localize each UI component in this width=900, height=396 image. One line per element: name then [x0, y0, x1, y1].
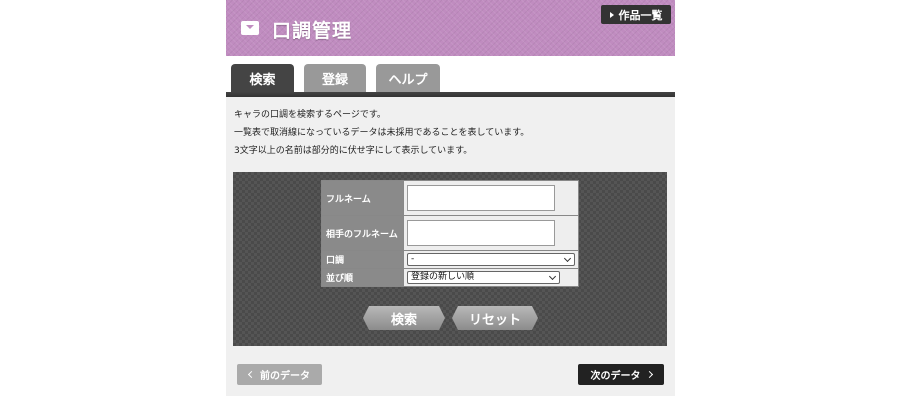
partner-fullname-label: 相手のフルネーム [321, 215, 404, 251]
description-line: キャラの口調を検索するページです。 [234, 110, 386, 120]
chevron-right-icon [645, 370, 653, 379]
search-form: フルネーム 相手のフルネーム 口調 - 並び順 登録の新しい順 [321, 180, 579, 287]
page-title: 口調管理 [272, 20, 353, 42]
partner-fullname-input[interactable] [407, 220, 555, 246]
tab-bar: 検索 登録 ヘルプ [226, 56, 675, 96]
fullname-label: フルネーム [321, 180, 404, 216]
tab-search[interactable]: 検索 [231, 64, 294, 92]
next-data-label: 次のデータ [590, 371, 641, 382]
tone-select-value: - [411, 254, 415, 264]
reset-button[interactable]: リセット [452, 306, 538, 330]
chevron-down-icon [563, 254, 572, 263]
description: キャラの口調を検索するページです。 一覧表で取消線になっているデータは未採用であ… [234, 106, 529, 160]
page-header: 口調管理 作品一覧 [226, 0, 675, 56]
order-select-value: 登録の新しい順 [411, 272, 475, 282]
description-line: 3文字以上の名前は部分的に伏せ字にして表示しています。 [234, 146, 473, 156]
tone-label: 口調 [321, 250, 404, 269]
description-line: 一覧表で取消線になっているデータは未採用であることを表しています。 [234, 128, 530, 138]
next-data-button[interactable]: 次のデータ [578, 364, 664, 385]
search-button[interactable]: 検索 [363, 306, 445, 330]
tone-select[interactable]: - [407, 253, 575, 266]
chevron-left-icon [247, 370, 256, 379]
search-panel: フルネーム 相手のフルネーム 口調 - 並び順 登録の新しい順 検索 リセット [233, 172, 667, 346]
inbox-icon [241, 21, 259, 35]
triangle-right-icon [609, 11, 614, 18]
fullname-input[interactable] [407, 185, 555, 211]
works-list-button[interactable]: 作品一覧 [601, 5, 671, 24]
tab-underline [226, 92, 675, 97]
prev-data-label: 前のデータ [260, 371, 310, 382]
tab-help[interactable]: ヘルプ [376, 64, 440, 92]
prev-data-button[interactable]: 前のデータ [237, 364, 322, 385]
page-container: 口調管理 作品一覧 検索 登録 ヘルプ キャラの口調を検索するページです。 一覧… [226, 0, 675, 396]
works-list-label: 作品一覧 [618, 8, 663, 22]
chevron-down-icon [548, 272, 557, 281]
order-select[interactable]: 登録の新しい順 [407, 271, 560, 284]
tab-register[interactable]: 登録 [304, 64, 366, 92]
order-label: 並び順 [321, 268, 404, 287]
